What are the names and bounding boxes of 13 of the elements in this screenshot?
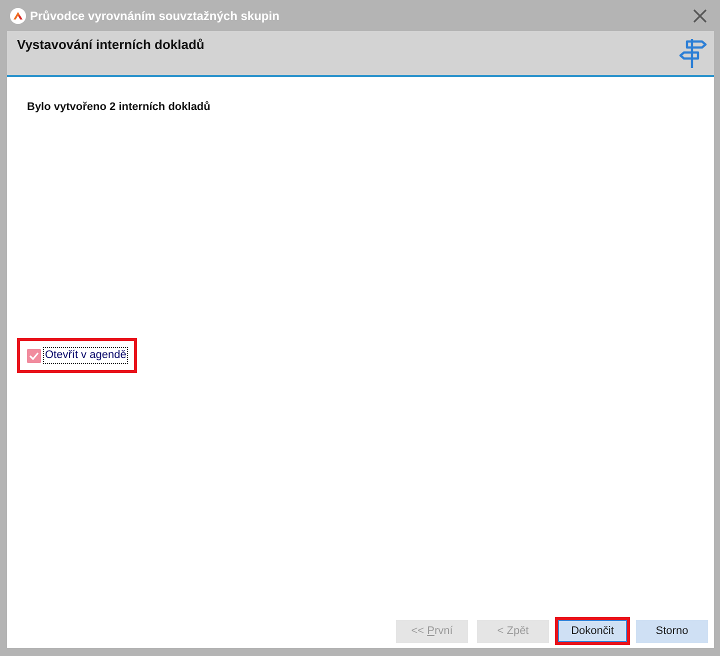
checkbox[interactable]: [27, 348, 41, 362]
logo-icon: [10, 8, 26, 24]
wizard-button[interactable]: Storno: [636, 620, 708, 642]
window-title: Průvodce vyrovnáním souvztažných skupin: [30, 8, 280, 22]
close-icon[interactable]: [693, 8, 707, 22]
wizard-button: < Zpět: [477, 620, 549, 642]
signpost-icon: [679, 38, 707, 69]
checkbox-label[interactable]: Otevřít v agendě: [43, 347, 128, 364]
check-icon: [29, 352, 39, 360]
wizard-button[interactable]: Dokončit: [558, 620, 627, 642]
wizard-button: << První: [396, 620, 468, 642]
status-message: Bylo vytvořeno 2 interních dokladů: [27, 101, 210, 114]
step-title: Vystavování interních dokladů: [17, 37, 204, 53]
